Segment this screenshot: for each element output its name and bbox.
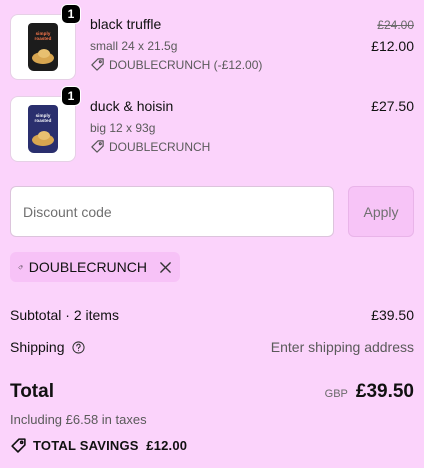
- total-value: £39.50: [355, 381, 414, 402]
- discount-code-input[interactable]: [10, 186, 334, 237]
- remove-discount-button[interactable]: [159, 260, 172, 274]
- total-savings-label: TOTAL SAVINGS £12.00: [33, 438, 188, 453]
- subtotal-value: £39.50: [371, 307, 414, 323]
- close-icon: [160, 261, 171, 273]
- crisp-bag-image: simply roasted: [28, 105, 58, 153]
- item-discount: DOUBLECRUNCH (-£12.00): [90, 57, 262, 72]
- item-discount-label: DOUBLECRUNCH: [109, 139, 211, 154]
- item-variant: big 12 x 93g: [90, 121, 156, 135]
- taxes-note: Including £6.58 in taxes: [10, 412, 147, 427]
- subtotal-label: Subtotal · 2 items: [10, 307, 119, 323]
- item-discount-label: DOUBLECRUNCH (-£12.00): [109, 57, 263, 72]
- bag-brand-text: simply roasted: [34, 31, 52, 41]
- line-item: simply roasted 1 black truffle small 24 …: [10, 4, 414, 80]
- quantity-badge: 1: [61, 86, 81, 106]
- item-price: £27.50: [371, 98, 414, 114]
- item-variant: small 24 x 21.5g: [90, 39, 178, 53]
- crisp-bag-image: simply roasted: [28, 23, 58, 71]
- bag-brand-text: simply roasted: [34, 113, 52, 123]
- tag-icon: [91, 140, 104, 153]
- applied-code-label: DOUBLECRUNCH: [28, 259, 147, 275]
- subtotal-row: Subtotal · 2 items £39.50: [10, 307, 414, 323]
- applied-discount-tag: DOUBLECRUNCH: [10, 252, 180, 282]
- apply-button[interactable]: Apply: [348, 186, 414, 237]
- line-item: simply roasted 1 duck & hoisin big 12 x …: [10, 86, 414, 162]
- total-amount: GBP £39.50: [325, 381, 414, 403]
- quantity-badge: 1: [61, 4, 81, 24]
- help-icon[interactable]: [72, 341, 85, 354]
- tag-icon: [18, 265, 23, 269]
- shipping-label: Shipping: [10, 339, 65, 355]
- tag-icon: [91, 58, 104, 71]
- item-title: black truffle: [90, 16, 162, 32]
- item-price: £12.00: [371, 38, 414, 54]
- tag-icon: [11, 438, 26, 453]
- total-label: Total: [10, 381, 54, 402]
- original-price: £24.00: [377, 18, 414, 32]
- currency-code: GBP: [324, 388, 348, 400]
- item-discount: DOUBLECRUNCH: [90, 139, 210, 154]
- total-savings: TOTAL SAVINGS £12.00: [10, 437, 187, 454]
- item-title: duck & hoisin: [90, 98, 174, 114]
- shipping-row: Shipping Enter shipping address: [10, 339, 414, 355]
- shipping-value: Enter shipping address: [270, 339, 414, 355]
